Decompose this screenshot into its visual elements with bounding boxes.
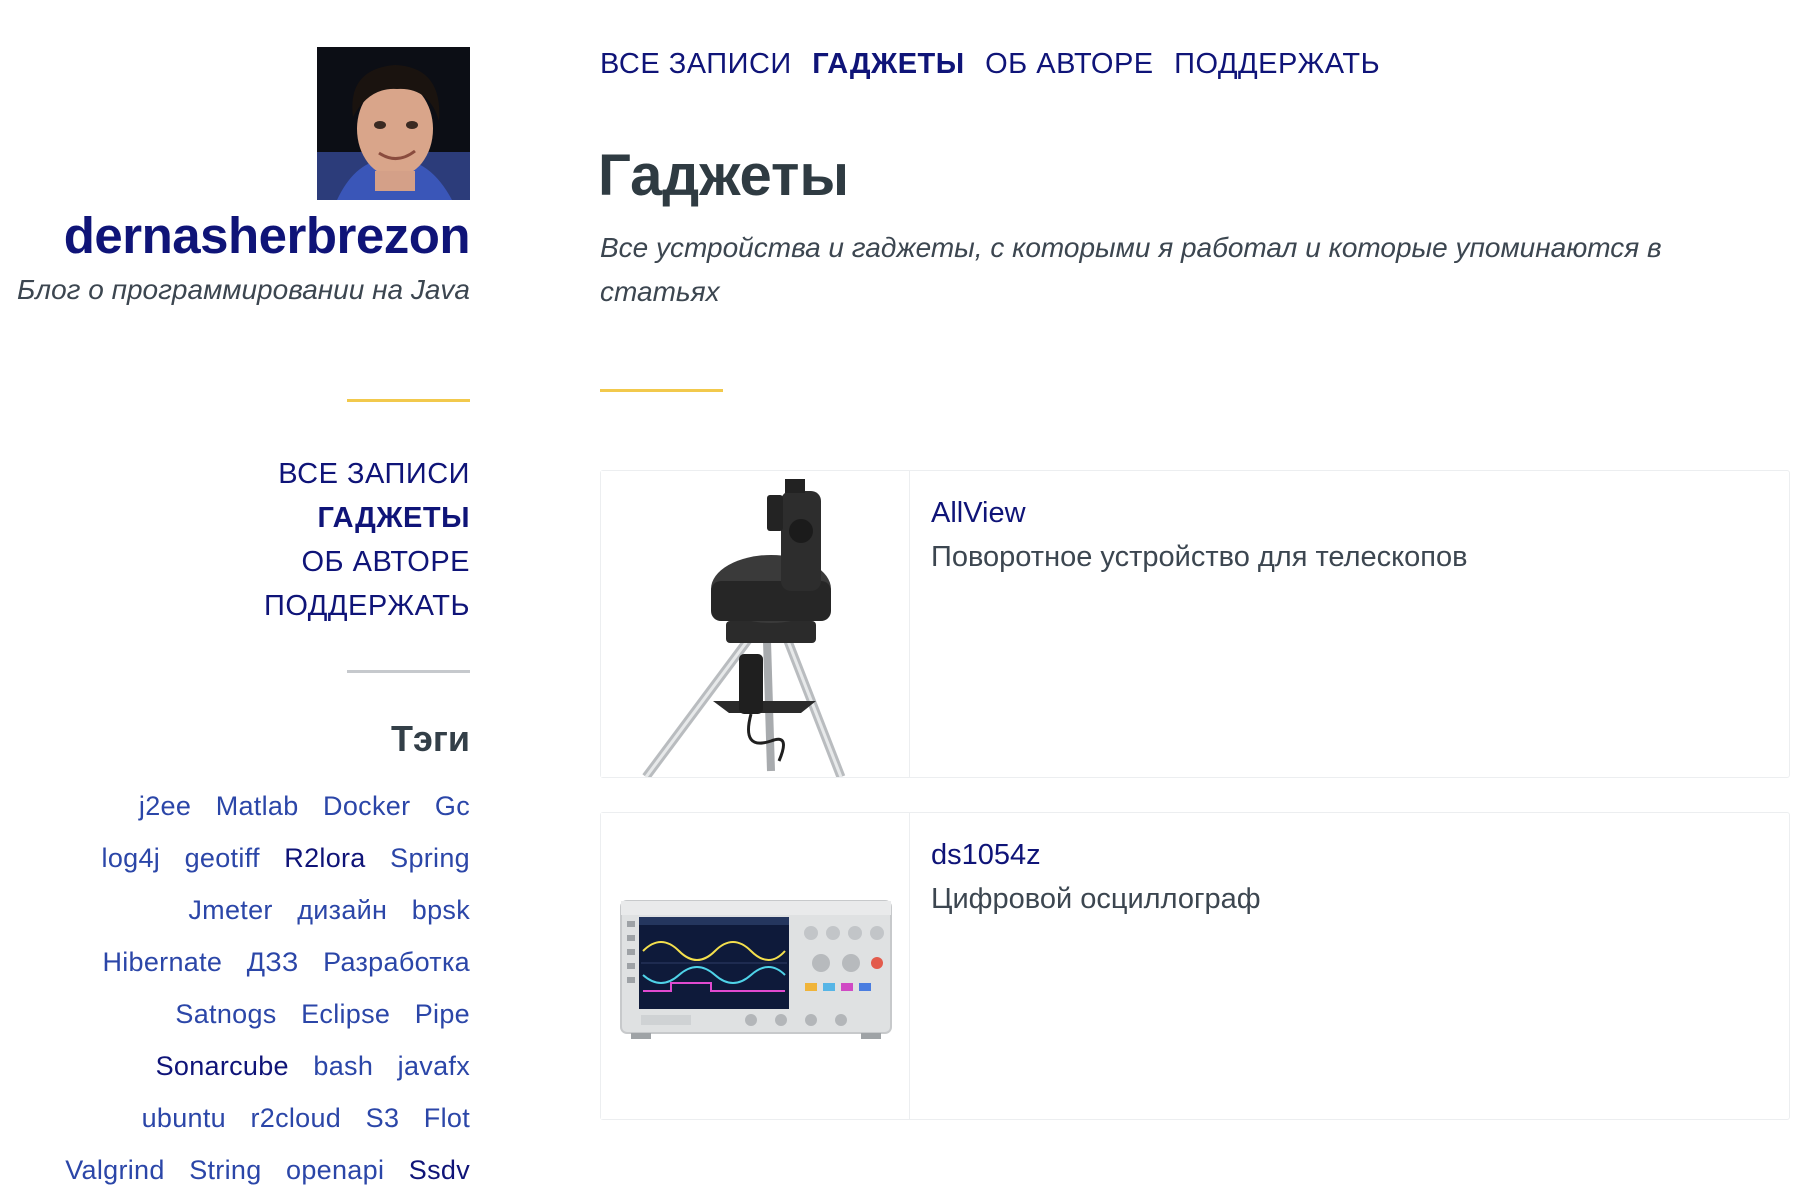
gadget-card: ds1054z Цифровой осциллограф	[600, 812, 1790, 1120]
site-description: Блог о программировании на Java	[17, 274, 470, 305]
top-nav-about[interactable]: ОБ АВТОРЕ	[985, 48, 1154, 80]
tag-link[interactable]: bash	[313, 1051, 373, 1081]
gadget-image-oscilloscope[interactable]	[601, 813, 910, 1119]
tag-link[interactable]: R2lora	[284, 843, 365, 873]
author-avatar[interactable]	[317, 47, 470, 200]
sidebar-nav-about[interactable]: ОБ АВТОРЕ	[264, 540, 470, 584]
tag-link[interactable]: javafx	[398, 1051, 470, 1081]
tag-link[interactable]: S3	[366, 1103, 400, 1133]
tag-link[interactable]: String	[189, 1155, 261, 1185]
tag-link[interactable]: дизайн	[297, 895, 387, 925]
site-title[interactable]: dernasherbrezon	[64, 204, 471, 268]
tag-link[interactable]: log4j	[102, 843, 161, 873]
top-nav: ВСЕ ЗАПИСИ ГАДЖЕТЫ ОБ АВТОРЕ ПОДДЕРЖАТЬ	[600, 48, 1396, 81]
site-title-link[interactable]: dernasherbrezon	[64, 207, 471, 264]
top-nav-gadgets[interactable]: ГАДЖЕТЫ	[812, 48, 964, 80]
tag-link[interactable]: ubuntu	[142, 1103, 226, 1133]
sidebar-nav-all-posts[interactable]: ВСЕ ЗАПИСИ	[264, 452, 470, 496]
top-nav-all-posts[interactable]: ВСЕ ЗАПИСИ	[600, 48, 792, 80]
tag-link[interactable]: openapi	[286, 1155, 384, 1185]
sidebar-divider	[347, 670, 470, 673]
gadget-image-telescope-mount[interactable]	[601, 471, 910, 777]
sidebar-nav-support[interactable]: ПОДДЕРЖАТЬ	[264, 584, 470, 628]
gadget-title-link[interactable]: ds1054z	[931, 833, 1769, 877]
tag-link[interactable]: bpsk	[412, 895, 470, 925]
tag-link[interactable]: r2cloud	[250, 1103, 341, 1133]
tags-heading: Тэги	[391, 718, 470, 759]
tag-cloud: j2ee Matlab Docker Gc log4j geotiff R2lo…	[40, 780, 470, 1196]
tag-link[interactable]: Satnogs	[175, 999, 276, 1029]
main-accent-rule	[600, 389, 723, 392]
tag-link[interactable]: ДЗЗ	[247, 947, 299, 977]
sidebar-nav: ВСЕ ЗАПИСИ ГАДЖЕТЫ ОБ АВТОРЕ ПОДДЕРЖАТЬ	[264, 452, 470, 628]
tag-link[interactable]: Hibernate	[102, 947, 222, 977]
sidebar-accent-rule	[347, 399, 470, 402]
gadget-card: AllView Поворотное устройство для телеск…	[600, 470, 1790, 778]
tag-link[interactable]: Spring	[390, 843, 470, 873]
gadget-description: Цифровой осциллограф	[931, 883, 1261, 915]
tag-link[interactable]: Flot	[424, 1103, 470, 1133]
tag-link[interactable]: Docker	[323, 791, 410, 821]
tag-link[interactable]: Valgrind	[65, 1155, 164, 1185]
tag-link[interactable]: Ssdv	[409, 1155, 470, 1185]
tag-link[interactable]: Eclipse	[301, 999, 390, 1029]
page-description: Все устройства и гаджеты, с которыми я р…	[600, 232, 1662, 307]
tag-link[interactable]: Pipe	[415, 999, 470, 1029]
tag-link[interactable]: Gc	[435, 791, 470, 821]
tag-link[interactable]: Jmeter	[188, 895, 272, 925]
sidebar-nav-gadgets[interactable]: ГАДЖЕТЫ	[264, 496, 470, 540]
gadget-description: Поворотное устройство для телескопов	[931, 541, 1468, 573]
page-title: Гаджеты	[598, 143, 849, 208]
gadget-list: AllView Поворотное устройство для телеск…	[600, 470, 1790, 1154]
gadget-title-link[interactable]: AllView	[931, 491, 1769, 535]
tag-link[interactable]: j2ee	[139, 791, 191, 821]
tag-link[interactable]: Разработка	[323, 947, 470, 977]
top-nav-support[interactable]: ПОДДЕРЖАТЬ	[1174, 48, 1380, 80]
tag-link[interactable]: Sonarcube	[156, 1051, 289, 1081]
gadget-info: ds1054z Цифровой осциллограф	[931, 833, 1769, 921]
tag-link[interactable]: Matlab	[216, 791, 299, 821]
gadget-info: AllView Поворотное устройство для телеск…	[931, 491, 1769, 579]
tag-link[interactable]: geotiff	[185, 843, 260, 873]
